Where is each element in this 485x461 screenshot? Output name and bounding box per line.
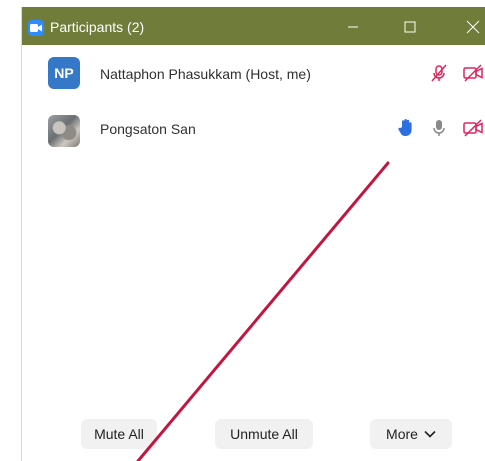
more-label: More bbox=[386, 426, 418, 442]
avatar bbox=[48, 115, 80, 147]
avatar-initials: NP bbox=[54, 65, 74, 81]
participant-row[interactable]: Pongsaton San bbox=[22, 108, 485, 152]
participant-row-host[interactable]: NP Nattaphon Phasukkam (Host, me) bbox=[22, 55, 485, 99]
title-bar: Participants (2) bbox=[22, 7, 485, 45]
more-button[interactable]: More bbox=[370, 419, 452, 449]
mute-all-button[interactable]: Mute All bbox=[81, 419, 157, 449]
video-off-icon[interactable] bbox=[462, 118, 484, 138]
video-app-icon bbox=[28, 20, 44, 36]
maximize-button[interactable] bbox=[399, 16, 421, 38]
minimize-button[interactable] bbox=[342, 16, 364, 38]
unmute-all-button[interactable]: Unmute All bbox=[215, 419, 313, 449]
unmute-all-label: Unmute All bbox=[230, 426, 298, 442]
raised-hand-icon bbox=[398, 119, 412, 136]
participant-name: Nattaphon Phasukkam (Host, me) bbox=[100, 66, 311, 82]
mic-icon[interactable] bbox=[429, 118, 449, 138]
avatar: NP bbox=[48, 57, 80, 89]
mic-muted-icon[interactable] bbox=[429, 63, 449, 83]
close-icon bbox=[466, 20, 480, 34]
close-button[interactable] bbox=[462, 16, 484, 38]
window-title: Participants (2) bbox=[50, 19, 145, 35]
maximize-icon bbox=[404, 21, 416, 33]
mute-all-label: Mute All bbox=[94, 426, 144, 442]
participants-window: Participants (2) NP Nattaphon Phasukkam … bbox=[21, 7, 485, 461]
participant-name: Pongsaton San bbox=[100, 121, 196, 137]
video-off-icon[interactable] bbox=[462, 63, 484, 83]
chevron-down-icon bbox=[424, 430, 436, 438]
minimize-icon bbox=[348, 26, 358, 28]
